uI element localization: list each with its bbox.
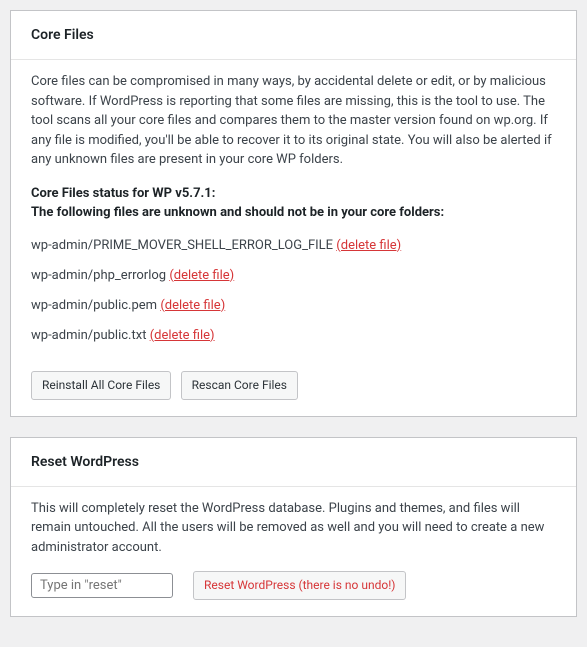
list-item: wp-admin/PRIME_MOVER_SHELL_ERROR_LOG_FIL… (31, 233, 556, 263)
core-files-description: Core files can be compromised in many wa… (31, 72, 556, 170)
delete-file-link[interactable]: (delete file) (336, 238, 401, 253)
file-path: wp-admin/PRIME_MOVER_SHELL_ERROR_LOG_FIL… (31, 238, 333, 253)
reset-wordpress-header: Reset WordPress (11, 438, 576, 487)
core-files-title: Core Files (31, 21, 556, 49)
delete-file-link[interactable]: (delete file) (169, 268, 234, 283)
file-path: wp-admin/php_errorlog (31, 268, 166, 283)
core-files-status-warning: The following files are unknown and shou… (31, 203, 556, 223)
file-path: wp-admin/public.txt (31, 328, 146, 343)
unknown-files-list: wp-admin/PRIME_MOVER_SHELL_ERROR_LOG_FIL… (31, 233, 556, 353)
reset-wordpress-body: This will completely reset the WordPress… (11, 487, 576, 617)
reinstall-core-files-button[interactable]: Reinstall All Core Files (31, 371, 171, 400)
list-item: wp-admin/public.pem (delete file) (31, 293, 556, 323)
reset-wordpress-title: Reset WordPress (31, 448, 556, 476)
delete-file-link[interactable]: (delete file) (150, 328, 215, 343)
reset-confirm-input[interactable] (31, 573, 173, 598)
core-files-body: Core files can be compromised in many wa… (11, 60, 576, 416)
reset-wordpress-description: This will completely reset the WordPress… (31, 499, 556, 558)
file-path: wp-admin/public.pem (31, 298, 157, 313)
reset-row: Reset WordPress (there is no undo!) (31, 571, 556, 600)
list-item: wp-admin/public.txt (delete file) (31, 323, 556, 353)
core-files-panel: Core Files Core files can be compromised… (10, 10, 577, 417)
reset-wordpress-button[interactable]: Reset WordPress (there is no undo!) (193, 571, 406, 600)
core-files-header: Core Files (11, 11, 576, 60)
list-item: wp-admin/php_errorlog (delete file) (31, 263, 556, 293)
core-files-status-version: Core Files status for WP v5.7.1: (31, 184, 556, 204)
rescan-core-files-button[interactable]: Rescan Core Files (181, 371, 298, 400)
reset-wordpress-panel: Reset WordPress This will completely res… (10, 437, 577, 618)
delete-file-link[interactable]: (delete file) (160, 298, 225, 313)
core-files-status: Core Files status for WP v5.7.1: The fol… (31, 184, 556, 223)
